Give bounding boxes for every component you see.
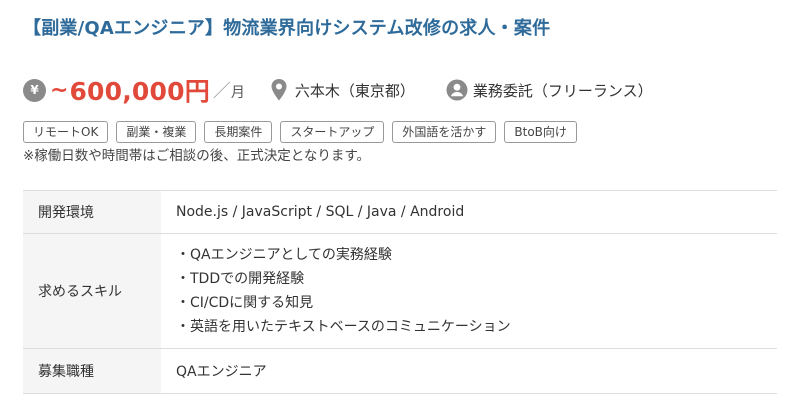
tag-remote-ok[interactable]: リモートOK bbox=[23, 121, 109, 143]
list-item: QAエンジニアとしての実務経験 bbox=[176, 243, 777, 267]
contract-type: 業務委託（フリーランス） bbox=[472, 81, 653, 100]
environment-label: 開発環境 bbox=[23, 190, 161, 234]
table-row: 募集職種 QAエンジニア bbox=[23, 348, 777, 394]
tag-startup[interactable]: スタートアップ bbox=[280, 121, 385, 143]
salary-prefix: ~ bbox=[50, 77, 69, 103]
salary-slash: ／ bbox=[212, 81, 231, 102]
yen-icon: ¥ bbox=[23, 78, 46, 102]
table-row: 開発環境 Node.js / JavaScript / SQL / Java /… bbox=[23, 190, 777, 234]
tag-foreign-language[interactable]: 外国語を活かす bbox=[392, 121, 497, 143]
skills-label: 求めるスキル bbox=[23, 233, 161, 349]
salary-unit-label: 月 bbox=[230, 85, 245, 101]
list-item: TDDでの開発経験 bbox=[176, 267, 777, 291]
salary-amount: 600,000円 bbox=[69, 77, 210, 106]
job-meta-row: ¥ ~ 600,000円 ／月 六本木（東京都） 業務委託（フリーランス） bbox=[23, 70, 653, 110]
job-title[interactable]: 【副業/QAエンジニア】物流業界向けシステム改修の求人・案件 bbox=[23, 16, 783, 42]
table-row: 求めるスキル QAエンジニアとしての実務経験 TDDでの開発経験 CI/CDに関… bbox=[23, 233, 777, 349]
skills-cell: QAエンジニアとしての実務経験 TDDでの開発経験 CI/CDに関する知見 英語… bbox=[161, 234, 777, 349]
list-item: 英語を用いたテキストベースのコミュニケーション bbox=[176, 315, 777, 339]
working-hours-note: ※稼働日数や時間帯はご相談の後、正式決定となります。 bbox=[23, 148, 371, 164]
map-pin-icon bbox=[267, 78, 291, 102]
job-listing-page: 【副業/QAエンジニア】物流業界向けシステム改修の求人・案件 ¥ ~ 600,0… bbox=[0, 0, 800, 407]
role-label: 募集職種 bbox=[23, 348, 161, 394]
role-value: QAエンジニア bbox=[176, 364, 267, 380]
tag-side-job[interactable]: 副業・複業 bbox=[116, 121, 197, 143]
list-item: CI/CDに関する知見 bbox=[176, 291, 777, 315]
salary-unit: ／月 bbox=[213, 77, 245, 103]
tag-long-term[interactable]: 長期案件 bbox=[204, 121, 273, 143]
job-location: 六本木（東京都） bbox=[294, 81, 415, 100]
person-icon bbox=[445, 78, 469, 102]
tag-list: リモートOK 副業・複業 長期案件 スタートアップ 外国語を活かす BtoB向け bbox=[23, 121, 577, 143]
tag-btob[interactable]: BtoB向け bbox=[504, 121, 577, 143]
job-details-table: 開発環境 Node.js / JavaScript / SQL / Java /… bbox=[23, 190, 777, 394]
skills-list: QAエンジニアとしての実務経験 TDDでの開発経験 CI/CDに関する知見 英語… bbox=[176, 243, 777, 339]
environment-value: Node.js / JavaScript / SQL / Java / Andr… bbox=[176, 204, 465, 220]
